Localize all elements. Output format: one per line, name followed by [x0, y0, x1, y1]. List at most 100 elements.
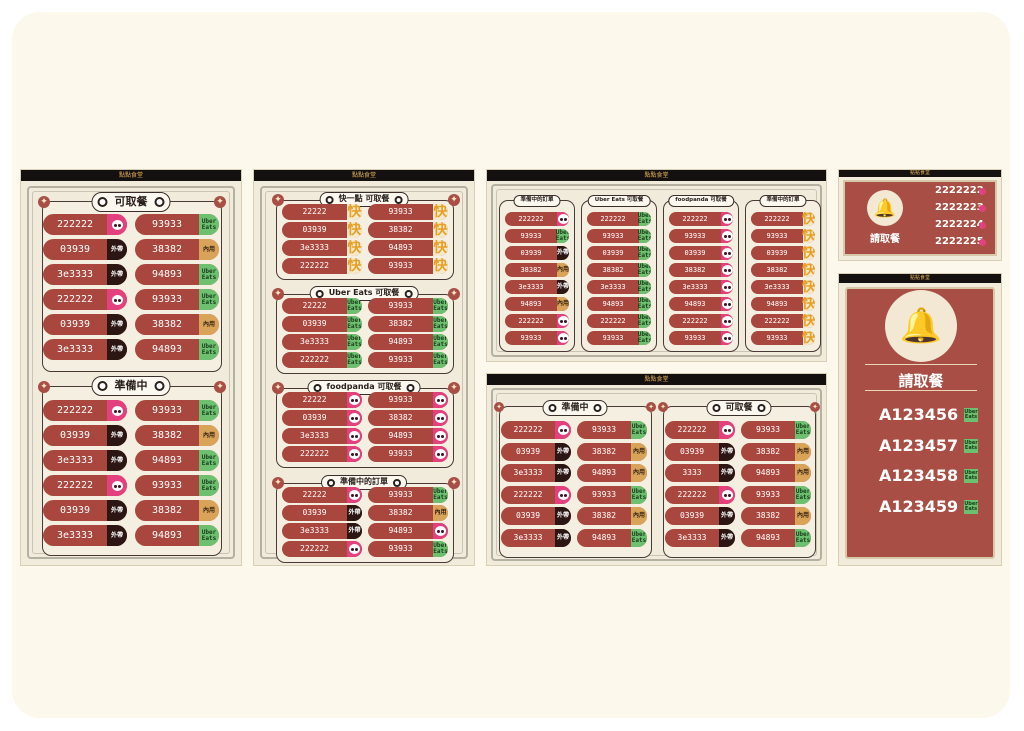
- order-number: 222222: [56, 219, 94, 230]
- uber-eats-badge: Uber Eats: [347, 352, 362, 368]
- dine-in-badge: 內用: [631, 507, 647, 525]
- order-number: 03939: [520, 249, 542, 257]
- order-number-pill: 38382 內用: [741, 507, 811, 525]
- order-number: 3e3333: [513, 532, 543, 542]
- order-number: 38382: [388, 508, 413, 517]
- foodpanda-icon: [721, 212, 733, 226]
- order-number-pill: 94893: [368, 428, 448, 444]
- fast-badge: 快: [802, 229, 815, 243]
- uber-eats-badge: Uber Eats: [631, 485, 647, 504]
- order-number-pill: 38382 快: [751, 263, 815, 277]
- order-number-pill: 222222: [501, 421, 571, 439]
- uber-eats-badge: Uber Eats: [433, 541, 448, 557]
- order-number: 03939: [766, 249, 788, 257]
- foodpanda-icon: [347, 410, 362, 426]
- takeout-badge: 外帶: [107, 525, 127, 546]
- takeout-badge: 外帶: [107, 425, 127, 446]
- order-number: 94893: [151, 344, 183, 355]
- order-number: 93933: [602, 334, 624, 342]
- order-number: 3333: [682, 468, 702, 477]
- foodpanda-icon: [433, 392, 448, 408]
- order-number-pill: 94893 Uber Eats: [135, 450, 219, 471]
- takeout-badge: 外帶: [107, 450, 127, 471]
- order-number-pill: 222222: [665, 421, 735, 439]
- pickup-code: A123459: [879, 496, 959, 516]
- order-number-pill: 222222: [669, 212, 733, 226]
- order-number-pill: 93933 Uber Eats: [505, 229, 569, 243]
- order-number-pill: 93933 Uber Eats: [135, 400, 219, 421]
- order-number-pill: 93933 Uber Eats: [368, 487, 448, 503]
- order-number: 93933: [591, 425, 617, 434]
- order-number-pill: 222222: [43, 400, 127, 421]
- fast-badge: 快: [433, 222, 448, 238]
- order-number: 222222: [600, 317, 626, 325]
- order-number: 94893: [755, 532, 781, 542]
- column-title: Uber Eats 可取餐: [587, 195, 651, 207]
- divider: [865, 364, 977, 365]
- order-number-pill: 38382: [368, 410, 448, 426]
- uber-eats-badge: Uber Eats: [631, 421, 647, 439]
- order-number-pill: 93933 Uber Eats: [587, 331, 651, 345]
- uber-eats-badge: Uber Eats: [347, 334, 362, 350]
- order-number: 222222: [764, 215, 790, 223]
- foodpanda-icon: [557, 314, 569, 328]
- order-number-pill: 222222 快: [751, 212, 815, 226]
- pickup-code: 2222225: [935, 236, 984, 247]
- order-number: 03939: [59, 505, 91, 516]
- order-number: 3e3333: [677, 532, 707, 542]
- fast-badge: 快: [433, 240, 448, 256]
- order-number: 22222: [302, 395, 327, 404]
- order-number-pill: 93933 Uber Eats: [135, 214, 219, 235]
- order-number-pill: 93933: [368, 446, 448, 462]
- order-number-pill: 93933: [368, 392, 448, 408]
- order-number-pill: 94893 Uber Eats: [135, 339, 219, 360]
- order-number-pill: 222222: [505, 314, 569, 328]
- order-number: 94893: [602, 300, 624, 308]
- order-number-pill: 03939: [282, 410, 362, 426]
- foodpanda-icon: [107, 475, 127, 496]
- order-number: 93933: [388, 544, 413, 553]
- fast-badge: 快: [802, 314, 815, 328]
- order-number-pill: 3e3333: [669, 280, 733, 294]
- takeout-badge: 外帶: [107, 239, 127, 260]
- order-number: 94893: [684, 300, 706, 308]
- order-number-pill: 222222: [282, 446, 362, 462]
- order-number-pill: 3e3333 外帶: [501, 528, 571, 547]
- order-number: 03939: [515, 511, 541, 520]
- order-number: 03939: [59, 244, 91, 255]
- order-number-pill: 93933 Uber Eats: [135, 475, 219, 496]
- order-number: 3e3333: [56, 344, 94, 355]
- order-number: 3e3333: [682, 283, 708, 291]
- order-number: 222222: [764, 317, 790, 325]
- order-number-pill: 38382 內用: [135, 239, 219, 260]
- order-number-pill: 38382 內用: [135, 314, 219, 335]
- uber-eats-badge: Uber Eats: [199, 400, 219, 421]
- order-number: 3e3333: [300, 526, 329, 535]
- order-number: 93933: [151, 480, 183, 491]
- order-number: 222222: [513, 425, 543, 434]
- uber-eats-badge: Uber Eats: [637, 229, 651, 243]
- order-number: 93933: [151, 294, 183, 305]
- fast-badge: 快: [347, 222, 362, 238]
- takeout-badge: 外帶: [557, 280, 569, 294]
- order-number-pill: 38382 內用: [135, 500, 219, 521]
- order-number: 03939: [302, 319, 327, 328]
- foodpanda-icon: [347, 541, 362, 557]
- foodpanda-icon: [979, 188, 986, 195]
- order-number: 94893: [151, 269, 183, 280]
- order-number: 93933: [755, 425, 781, 434]
- order-number: 38382: [151, 430, 183, 441]
- uber-eats-badge: Uber Eats: [964, 499, 978, 514]
- order-number: 93933: [602, 232, 624, 240]
- order-number-pill: 03939 Uber Eats: [282, 316, 362, 332]
- order-number-pill: 93933 Uber Eats: [741, 421, 811, 439]
- order-number: 222222: [518, 317, 544, 325]
- uber-eats-badge: Uber Eats: [199, 339, 219, 360]
- uber-eats-badge: Uber Eats: [637, 212, 651, 226]
- order-number: 93933: [151, 219, 183, 230]
- order-number-pill: 38382 內用: [368, 505, 448, 521]
- foodpanda-icon: [721, 280, 733, 294]
- takeout-badge: 外帶: [555, 507, 571, 525]
- order-number: 3e3333: [300, 431, 329, 440]
- order-number: 38382: [755, 446, 781, 456]
